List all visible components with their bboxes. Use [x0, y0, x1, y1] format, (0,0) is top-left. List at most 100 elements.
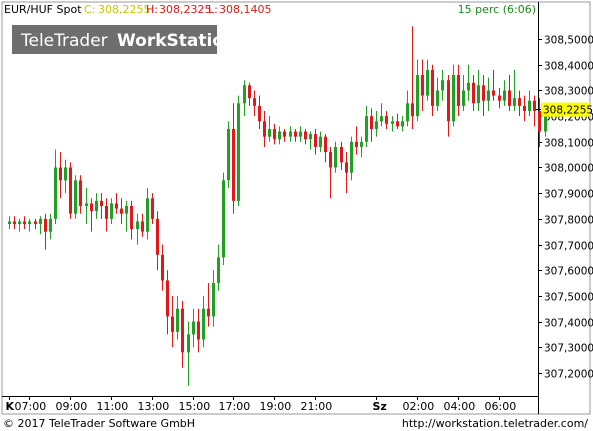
candle-body — [120, 208, 123, 214]
candle-body — [151, 198, 154, 219]
candle-body — [44, 218, 47, 232]
candle-body — [355, 141, 358, 147]
candle-body — [8, 221, 11, 224]
candle-body — [385, 116, 388, 124]
candle-body — [508, 90, 511, 106]
watermark-product: WorkStation — [117, 31, 236, 51]
x-tick-label: 15:00 — [179, 400, 211, 413]
y-tick-label: 307,6000 — [544, 266, 593, 278]
y-tick-label: 307,7000 — [544, 241, 593, 253]
candle-body — [426, 69, 429, 96]
candle-body — [406, 103, 409, 122]
current-price-marker-group: 308,2255 — [536, 102, 593, 117]
candle-body — [467, 82, 470, 91]
candle-body — [18, 221, 21, 224]
candle-body — [457, 75, 460, 106]
candle-body — [365, 116, 368, 142]
candle-body — [498, 95, 501, 101]
candle-body — [161, 254, 164, 281]
y-tick-label: 307,5000 — [544, 292, 593, 304]
candle-body — [472, 82, 475, 104]
candle-body — [492, 90, 495, 96]
candle-body — [187, 334, 190, 353]
source-url[interactable]: http://workstation.teletrader.com/ — [402, 417, 588, 430]
y-tick-label: 307,4000 — [544, 318, 593, 330]
candle-body — [130, 206, 133, 230]
candle-body — [100, 200, 103, 206]
candle-body — [156, 218, 159, 255]
x-tick-label: 11:00 — [97, 400, 129, 413]
candle-body — [283, 131, 286, 137]
candle-body — [237, 103, 240, 201]
candle-body — [258, 105, 261, 122]
y-tick-label: 307,8000 — [544, 215, 593, 227]
candle-body — [227, 128, 230, 181]
candle-body — [391, 121, 394, 124]
current-price-label: 308,2255 — [543, 105, 593, 117]
candle-body — [487, 90, 490, 101]
candle-body — [304, 131, 307, 140]
candle-body — [197, 321, 200, 340]
candle-body — [28, 221, 31, 224]
candle-body — [136, 221, 139, 230]
candle-body — [248, 85, 251, 99]
x-tick-label: 13:00 — [138, 400, 170, 413]
candle-body — [513, 98, 516, 106]
candle-body — [64, 167, 67, 181]
candle-body — [69, 167, 72, 214]
y-tick-label: 308,5000 — [544, 35, 593, 47]
candle-body — [334, 146, 337, 168]
candle-body — [95, 200, 98, 212]
candle-body — [416, 75, 419, 117]
close-value: 308,2255 — [98, 3, 151, 16]
candle-body — [79, 180, 82, 206]
candle-body — [289, 131, 292, 137]
candle-body — [39, 218, 42, 224]
price-chart: EUR/HUF Spot C: 308,2255 H: 308,2325 L: … — [0, 0, 593, 431]
candle-body — [314, 134, 317, 147]
watermark-brand: TeleTrader — [20, 31, 108, 51]
candle-body — [146, 198, 149, 232]
y-tick-label: 307,2000 — [544, 369, 593, 381]
candle-body — [396, 121, 399, 127]
candle-body — [13, 221, 16, 224]
candle-body — [90, 203, 93, 212]
candle-body — [477, 85, 480, 104]
candle-body — [421, 75, 424, 96]
interval-label: 15 perc (6:06) — [458, 3, 536, 16]
candle-body — [243, 85, 246, 104]
candle-body — [171, 316, 174, 332]
candle-body — [253, 98, 256, 106]
candle-body — [375, 121, 378, 129]
candle-body — [49, 218, 52, 232]
y-tick-label: 307,9000 — [544, 189, 593, 201]
x-tick-label: 09:00 — [56, 400, 88, 413]
y-tick-label: 308,0000 — [544, 163, 593, 175]
low-label: L: — [208, 3, 218, 16]
high-label: H: — [146, 3, 158, 16]
candle-body — [411, 103, 414, 117]
candle-body — [232, 128, 235, 201]
candle-body — [533, 100, 536, 111]
candle-body — [207, 308, 210, 317]
candle-body — [222, 180, 225, 258]
x-tick-label: 17:00 — [219, 400, 251, 413]
candle-body — [59, 167, 62, 181]
candle-body — [268, 128, 271, 137]
candle-body — [278, 131, 281, 140]
x-tick-label: 04:00 — [444, 400, 476, 413]
copyright-text: © 2017 TeleTrader Software GmbH — [3, 417, 195, 430]
candle-body — [176, 308, 179, 332]
x-tick-label: 21:00 — [301, 400, 333, 413]
x-tick-label: 02:00 — [403, 400, 435, 413]
y-tick-label: 307,3000 — [544, 343, 593, 355]
candle-body — [273, 128, 276, 140]
candle-body — [503, 90, 506, 101]
y-tick-label: 308,4000 — [544, 61, 593, 73]
candle-body — [431, 69, 434, 106]
candle-body — [324, 136, 327, 153]
candle-body — [23, 221, 26, 224]
candle-body — [528, 100, 531, 111]
candle-body — [263, 121, 266, 137]
candle-body — [74, 180, 77, 214]
